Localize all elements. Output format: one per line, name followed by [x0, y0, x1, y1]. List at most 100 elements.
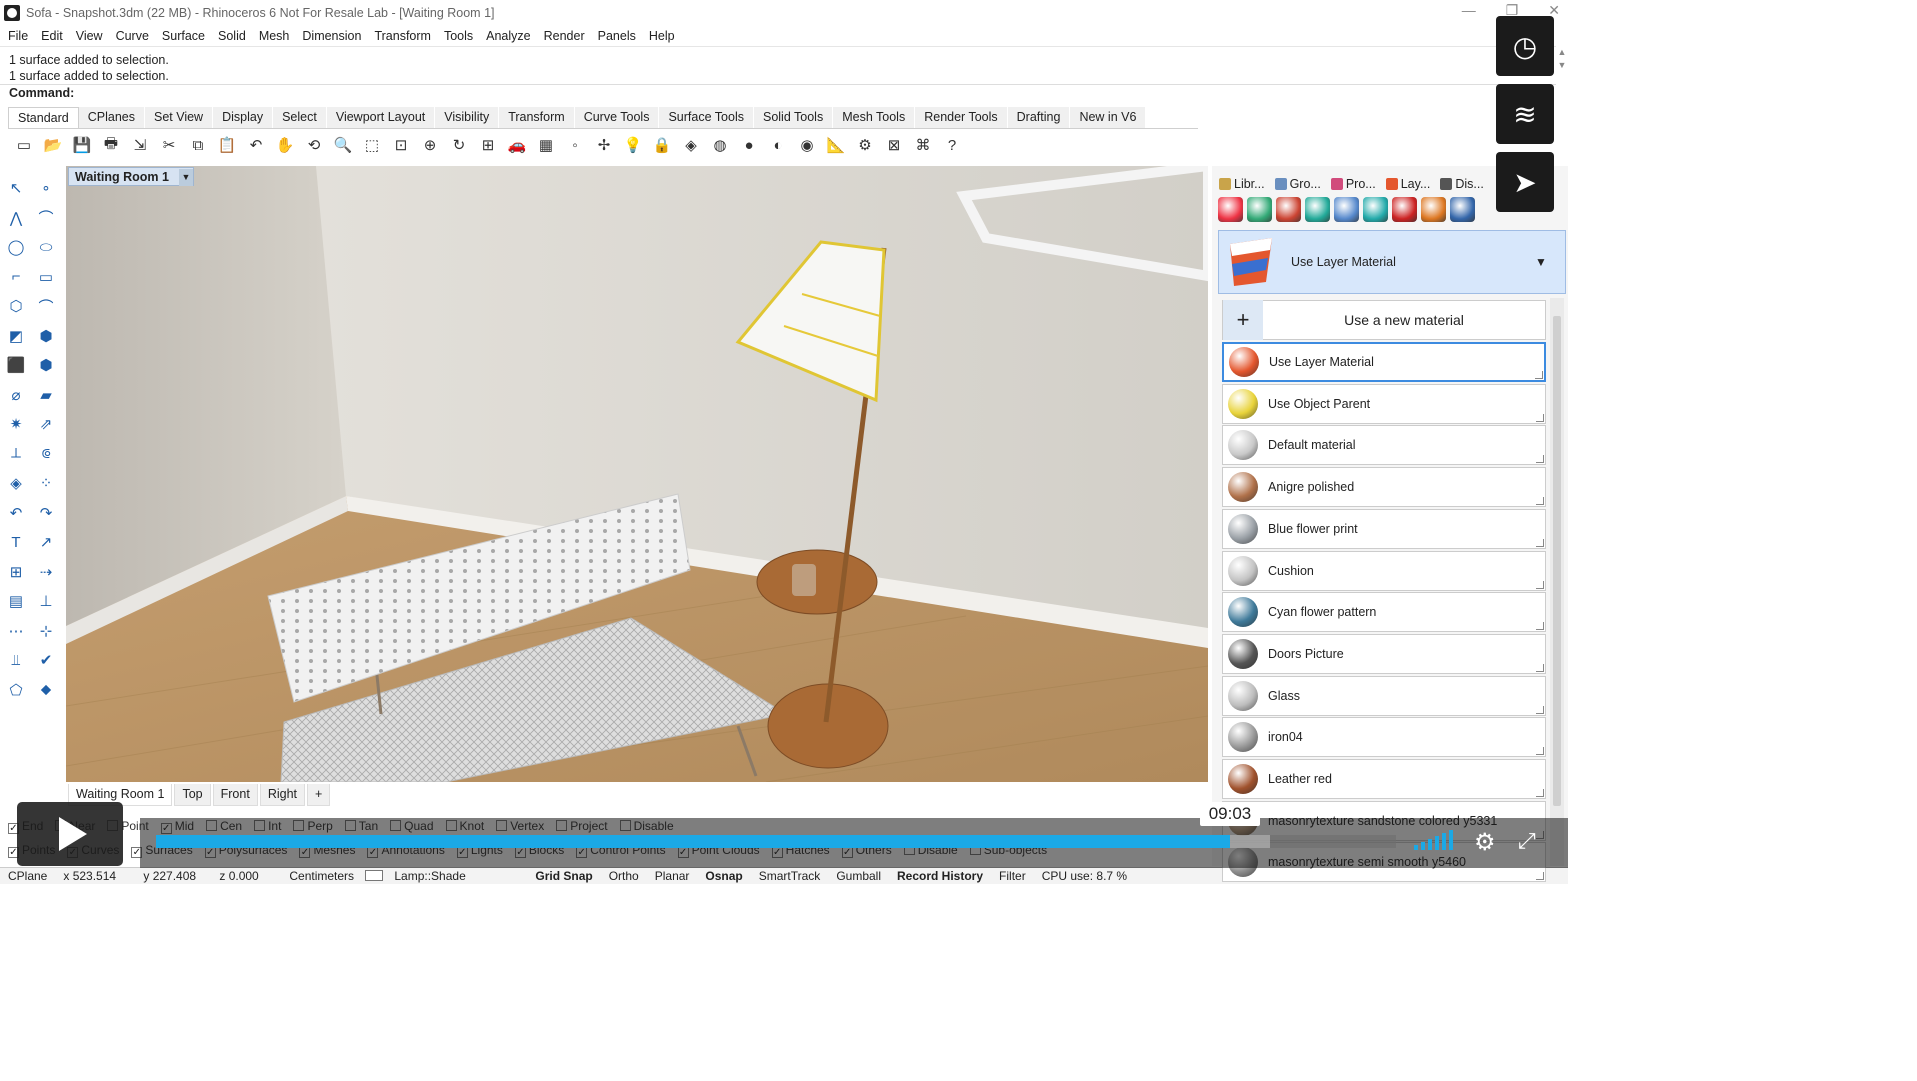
tab-solid-tools[interactable]: Solid Tools [753, 107, 834, 128]
menu-curve[interactable]: Curve [108, 29, 154, 43]
tab-surface-tools[interactable]: Surface Tools [659, 107, 754, 128]
options-icon[interactable]: ⚙ [853, 134, 877, 156]
pan-icon[interactable]: ✋ [273, 134, 297, 156]
material-list-item[interactable]: Leather red [1222, 759, 1546, 799]
settings-gear-icon[interactable]: ⚙ [1474, 828, 1496, 857]
viewport-tab-top[interactable]: Top [174, 784, 211, 806]
property-page-icon[interactable] [1276, 197, 1301, 222]
material-selector[interactable]: Use Layer Material ▼ [1218, 230, 1566, 294]
add-viewport-tab[interactable]: + [307, 784, 331, 806]
toolbox-tool-icon[interactable]: ⊞ [4, 560, 28, 584]
move-icon[interactable]: ✢ [592, 134, 616, 156]
material-list-item[interactable]: Use Layer Material [1222, 342, 1546, 382]
panel-tab[interactable]: Pro... [1328, 175, 1379, 193]
panel-tab[interactable]: Libr... [1216, 175, 1268, 193]
save-icon[interactable]: 💾 [70, 134, 94, 156]
material-list-item[interactable]: Anigre polished [1222, 467, 1546, 508]
menu-surface[interactable]: Surface [154, 29, 210, 43]
copy-icon[interactable]: ⧉ [186, 134, 210, 156]
tab-mesh-tools[interactable]: Mesh Tools [833, 107, 916, 128]
toolbox-tool-icon[interactable]: ✷ [4, 412, 28, 436]
panel-tab[interactable]: Gro... [1272, 175, 1324, 193]
property-page-icon[interactable] [1363, 197, 1388, 222]
tab-cplanes[interactable]: CPlanes [78, 107, 145, 128]
material-dropdown-icon[interactable]: ▼ [1535, 255, 1565, 269]
menu-solid[interactable]: Solid [210, 29, 251, 43]
tab-transform[interactable]: Transform [499, 107, 575, 128]
toolbox-tool-icon[interactable]: ⋀ [4, 206, 28, 230]
rotate-icon[interactable]: ↻ [447, 134, 471, 156]
toolbox-tool-icon[interactable]: ⁘ [34, 471, 58, 495]
grid-snap-toggle[interactable]: Grid Snap [527, 869, 600, 883]
current-layer[interactable]: Lamp::Shade [357, 869, 527, 883]
light-icon[interactable]: 💡 [621, 134, 645, 156]
menu-transform[interactable]: Transform [366, 29, 436, 43]
menu-tools[interactable]: Tools [436, 29, 478, 43]
send-icon[interactable]: ➤ [1496, 152, 1554, 212]
command-prompt[interactable]: Command: [0, 84, 1556, 102]
toolbox-tool-icon[interactable]: ▰ [34, 383, 58, 407]
property-page-icon[interactable] [1305, 197, 1330, 222]
toolbox-tool-icon[interactable]: ⋯ [4, 619, 28, 643]
tab-render-tools[interactable]: Render Tools [915, 107, 1008, 128]
toolbox-tool-icon[interactable]: ⊥ [34, 589, 58, 613]
toolbox-tool-icon[interactable]: ↷ [34, 501, 58, 525]
property-page-icon[interactable] [1421, 197, 1446, 222]
toolbox-tool-icon[interactable]: ◯ [4, 235, 28, 259]
toolbox-tool-icon[interactable]: ◩ [4, 324, 28, 348]
toolbox-tool-icon[interactable]: ✔ [34, 648, 58, 672]
menu-dimension[interactable]: Dimension [294, 29, 366, 43]
rotate-view-icon[interactable]: ⟲ [302, 134, 326, 156]
cut-icon[interactable]: ✂ [157, 134, 181, 156]
record-history-toggle[interactable]: Record History [889, 869, 991, 883]
menu-analyze[interactable]: Analyze [478, 29, 535, 43]
minimize-button[interactable]: — [1462, 2, 1476, 19]
tab-visibility[interactable]: Visibility [435, 107, 500, 128]
scrollbar-thumb[interactable] [1553, 316, 1561, 806]
menu-mesh[interactable]: Mesh [251, 29, 295, 43]
viewport-tab-right[interactable]: Right [259, 784, 305, 806]
viewport-menu-icon[interactable]: ▼ [178, 168, 193, 186]
render-icon[interactable]: ◉ [795, 134, 819, 156]
toolbox-tool-icon[interactable]: ◈ [4, 471, 28, 495]
toolbox-tool-icon[interactable]: ▭ [34, 265, 58, 289]
shaded-icon[interactable]: ▦ [534, 134, 558, 156]
new-file-icon[interactable]: ▭ [12, 134, 36, 156]
tab-standard[interactable]: Standard [8, 107, 79, 128]
point-icon[interactable]: ◦ [563, 134, 587, 156]
tab-drafting[interactable]: Drafting [1007, 107, 1071, 128]
viewport-tab-front[interactable]: Front [212, 784, 258, 806]
zoom-selected-icon[interactable]: ⊕ [418, 134, 442, 156]
material-list-item[interactable]: Cyan flower pattern [1222, 592, 1546, 633]
layers-icon[interactable]: ≋ [1496, 84, 1554, 144]
menu-view[interactable]: View [68, 29, 108, 43]
material-list-scrollbar[interactable] [1550, 298, 1564, 866]
menu-edit[interactable]: Edit [33, 29, 68, 43]
print-icon[interactable]: 🖶 [99, 134, 123, 156]
toolbox-tool-icon[interactable]: ⬡ [4, 294, 28, 318]
toolbox-tool-icon[interactable]: ⌀ [4, 383, 28, 407]
panel-tab[interactable]: Lay... [1383, 175, 1434, 193]
cplane-label[interactable]: CPlane [0, 869, 55, 883]
tape-icon[interactable]: 📐 [824, 134, 848, 156]
tab-viewport-layout[interactable]: Viewport Layout [326, 107, 436, 128]
grid-icon[interactable]: ⊠ [882, 134, 906, 156]
toolbox-tool-icon[interactable]: ⬛ [4, 353, 28, 377]
osnap-toggle[interactable]: Osnap [697, 869, 750, 883]
material-list-item[interactable]: Doors Picture [1222, 633, 1546, 674]
material-list-item[interactable]: iron04 [1222, 717, 1546, 758]
toolbox-tool-icon[interactable]: ⇢ [34, 560, 58, 584]
toolbox-tool-icon[interactable]: T [4, 530, 28, 554]
material-list-item[interactable]: Cushion [1222, 550, 1546, 591]
toolbox-tool-icon[interactable]: ↶ [4, 501, 28, 525]
material-list-item[interactable]: Use Object Parent [1222, 383, 1546, 424]
toolbox-tool-icon[interactable]: ⇗ [34, 412, 58, 436]
help-icon[interactable]: ? [940, 134, 964, 156]
zoom-extents-icon[interactable]: ⊡ [389, 134, 413, 156]
toolbox-tool-icon[interactable]: ⌒ [34, 294, 58, 318]
tab-select[interactable]: Select [273, 107, 327, 128]
toolbox-tool-icon[interactable]: ⬠ [4, 678, 28, 702]
ortho-toggle[interactable]: Ortho [601, 869, 647, 883]
render-sphere-icon[interactable]: ● [737, 134, 761, 156]
undo-icon[interactable]: ↶ [244, 134, 268, 156]
